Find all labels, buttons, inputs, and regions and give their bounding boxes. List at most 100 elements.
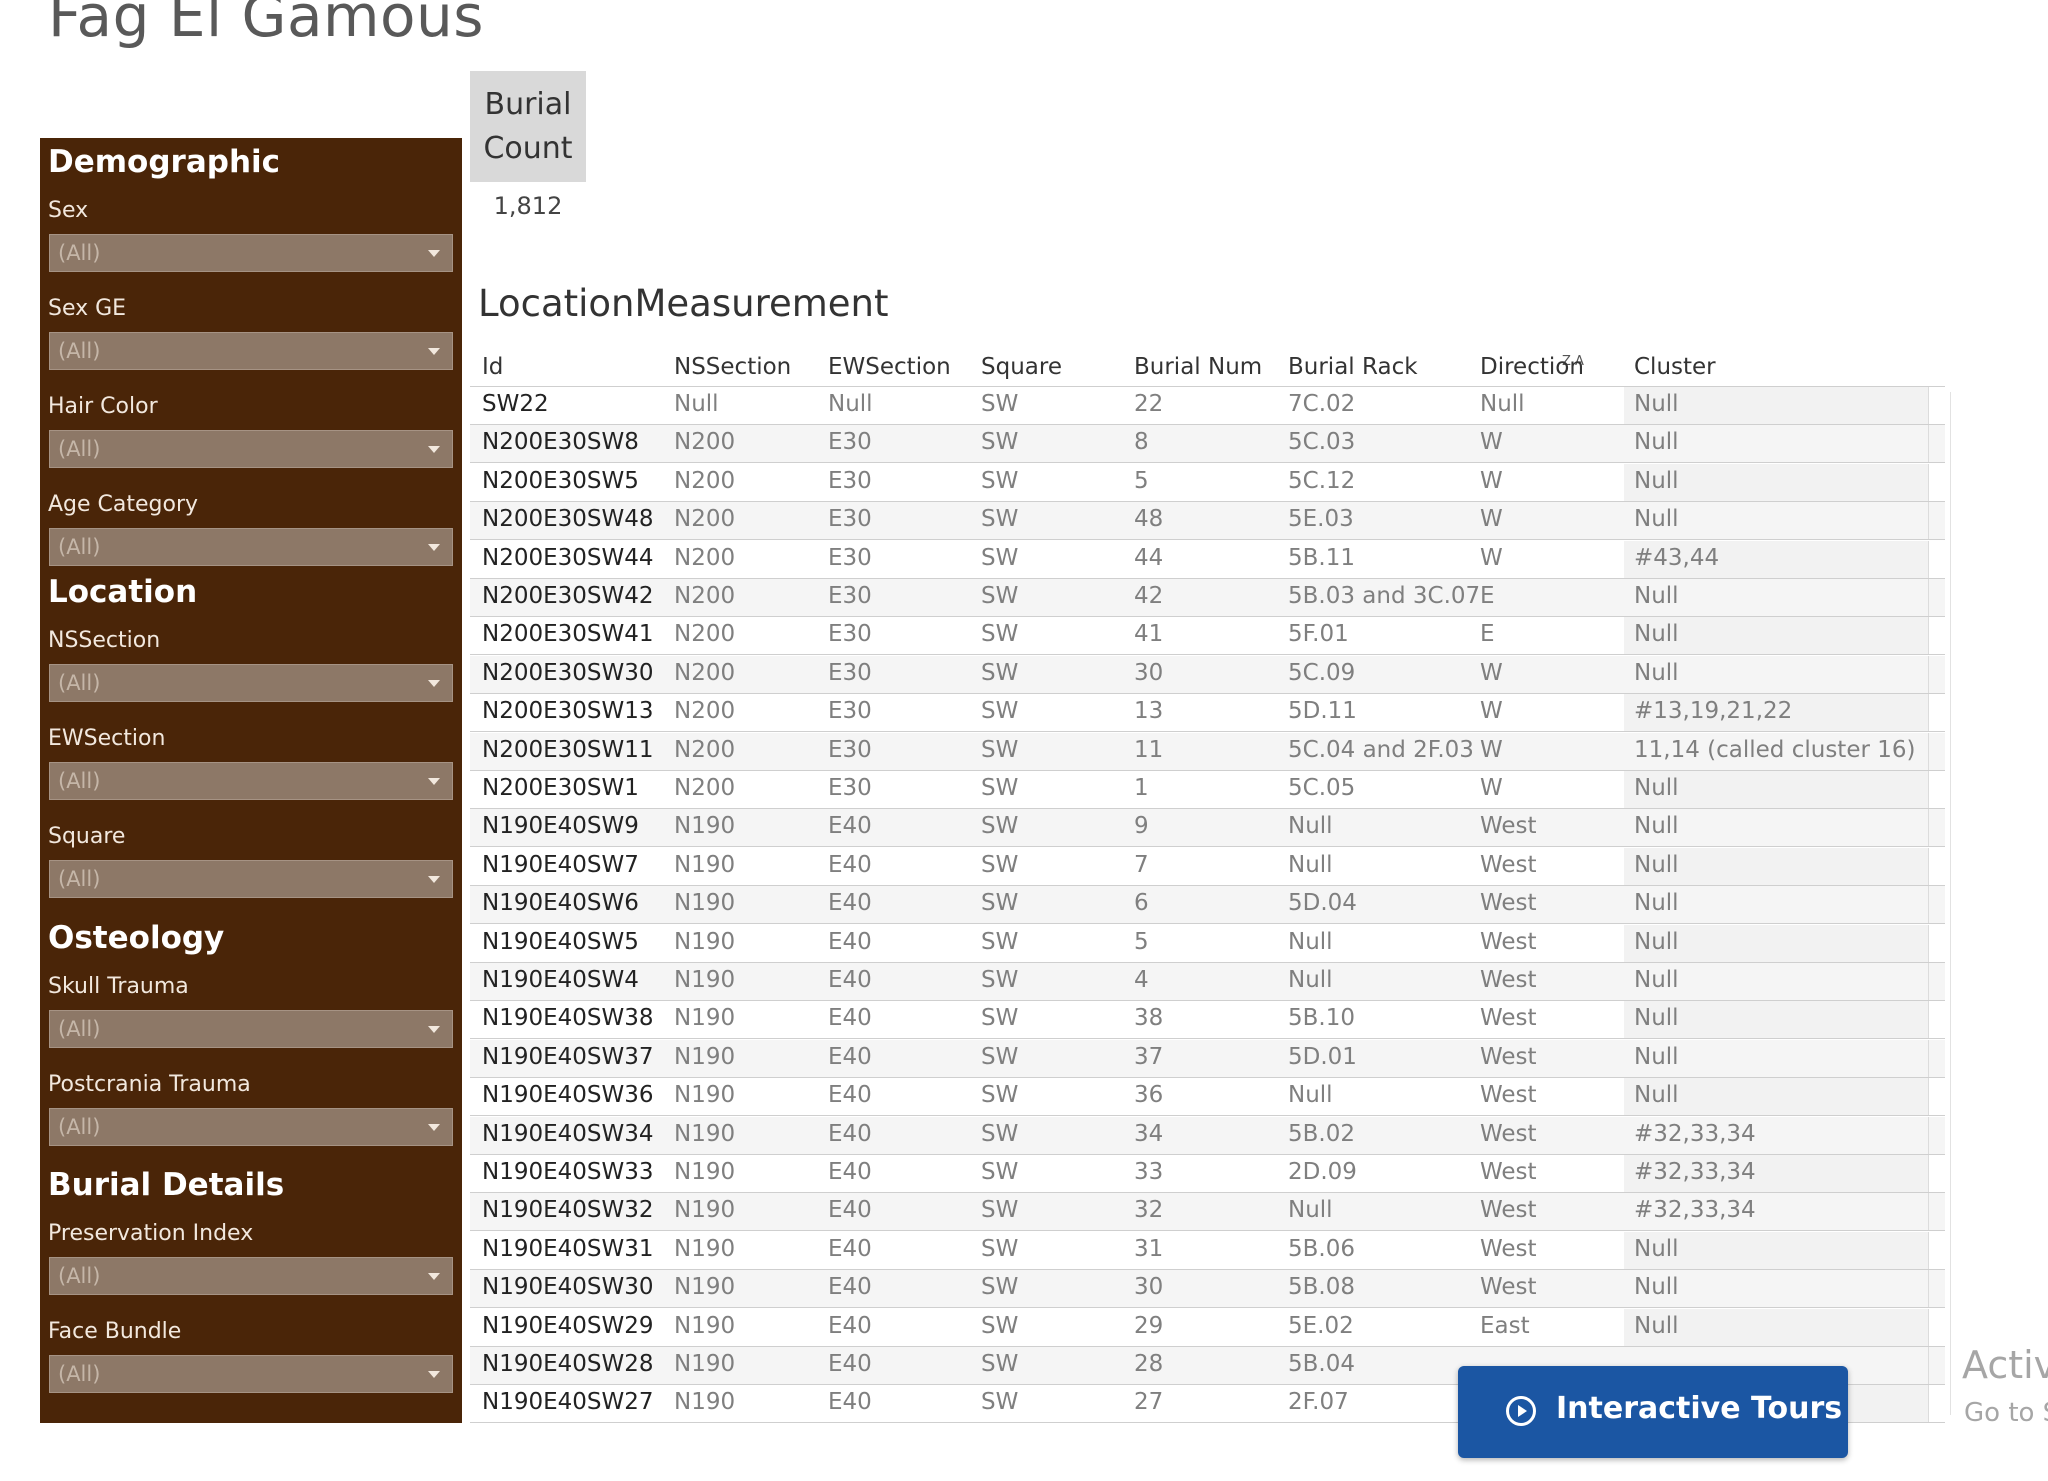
table-row[interactable]: N200E30SW11 N200 E30 SW 11 5C.04 and 2F.03 W 11… [470,733,1945,771]
table-cell: 22 [1134,391,1164,417]
column-header[interactable]: Direction [1480,354,1584,380]
table-cell: 5D.04 [1288,890,1357,916]
table-cell: N190 [674,929,736,955]
table-row[interactable]: N200E30SW5 N200 E30 SW 5 5C.12 W Null [470,464,1945,502]
table-cell: 44 [1134,545,1164,571]
table-row[interactable]: N200E30SW41 N200 E30 SW 41 5F.01 E Null [470,617,1945,655]
column-header[interactable]: Burial Rack [1288,354,1418,380]
table-row[interactable]: N190E40SW34 N190 E40 SW 34 5B.02 West #32,33,34 [470,1117,1945,1155]
filter-dropdown[interactable]: (All) [49,860,453,898]
filter-dropdown[interactable]: (All) [49,332,453,370]
table-cell: SW [981,890,1019,916]
table-cell: N190E40SW27 [482,1389,654,1415]
filter-dropdown[interactable]: (All) [49,528,453,566]
table-cell: E40 [828,890,872,916]
column-divider [1928,1309,1929,1346]
table-cell: SW [981,1121,1019,1147]
filter-dropdown[interactable]: (All) [49,430,453,468]
table-row[interactable]: N190E40SW31 N190 E40 SW 31 5B.06 West Null [470,1232,1945,1270]
table-row[interactable]: N190E40SW38 N190 E40 SW 38 5B.10 West Null [470,1001,1945,1039]
chevron-down-icon [428,1026,440,1033]
table-row[interactable]: N190E40SW7 N190 E40 SW 7 Null West Null [470,848,1945,886]
table-row[interactable]: N200E30SW42 N200 E30 SW 42 5B.03 and 3C.07 E Nu… [470,579,1945,617]
table-header: Z A Id NSSection EWSection Square Burial Num… [470,352,1945,387]
table-cell: N200 [674,621,736,647]
table-cell: SW [981,775,1019,801]
table-cell: Null [674,391,719,417]
table-cell: N190 [674,852,736,878]
table-cell: 5C.03 [1288,429,1356,455]
filter-dropdown-value: (All) [58,1362,101,1386]
filter-section-heading: Location [48,574,198,610]
filter-label: Sex GE [48,296,127,321]
table-cell: N190 [674,1197,736,1223]
filter-dropdown[interactable]: (All) [49,1010,453,1048]
table-cell: N190E40SW9 [482,813,639,839]
table-row[interactable]: N200E30SW48 N200 E30 SW 48 5E.03 W Null [470,502,1945,540]
table-cell: E40 [828,967,872,993]
chevron-down-icon [428,348,440,355]
filter-dropdown[interactable]: (All) [49,1355,453,1393]
filter-dropdown[interactable]: (All) [49,1257,453,1295]
burial-count-header: Burial Count [470,71,586,182]
table-cell: N190 [674,1236,736,1262]
chevron-down-icon [428,250,440,257]
interactive-tours-button[interactable]: Interactive Tours [1458,1366,1848,1458]
table-cell: 48 [1134,506,1164,532]
table-cell: N200 [674,660,736,686]
table-cell: 13 [1134,698,1164,724]
column-header[interactable]: NSSection [674,354,791,380]
filter-dropdown[interactable]: (All) [49,1108,453,1146]
table-row[interactable]: N190E40SW36 N190 E40 SW 36 Null West Null [470,1078,1945,1116]
filter-dropdown[interactable]: (All) [49,664,453,702]
table-cell: SW [981,1005,1019,1031]
table-cell: SW [981,621,1019,647]
table-cell: 7 [1134,852,1149,878]
activation-watermark-line2: Go to S [1964,1398,2048,1428]
table-row[interactable]: N190E40SW4 N190 E40 SW 4 Null West Null [470,963,1945,1001]
table-row[interactable]: N190E40SW6 N190 E40 SW 6 5D.04 West Null [470,886,1945,924]
table-cell: N190 [674,967,736,993]
table-row[interactable]: N190E40SW32 N190 E40 SW 32 Null West #32,33,34 [470,1193,1945,1231]
table-cell: E30 [828,583,872,609]
table-row[interactable]: N190E40SW29 N190 E40 SW 29 5E.02 East Null [470,1309,1945,1347]
table-cell: N190 [674,1044,736,1070]
table-cell: N190 [674,1313,736,1339]
table-cell: SW [981,583,1019,609]
column-header[interactable]: Burial Num [1134,354,1262,380]
table-row[interactable]: N190E40SW5 N190 E40 SW 5 Null West Null [470,925,1945,963]
table-row[interactable]: SW22 Null Null SW 22 7C.02 Null Null [470,387,1945,425]
table-row[interactable]: N200E30SW30 N200 E30 SW 30 5C.09 W Null [470,656,1945,694]
table-cell: 11 [1134,737,1164,763]
column-header[interactable]: Square [981,354,1062,380]
table-cell: 5E.03 [1288,506,1354,532]
table-cell: E40 [828,1082,872,1108]
table-cell: N190E40SW29 [482,1313,654,1339]
table-cell: W [1480,506,1503,532]
table-row[interactable]: N200E30SW1 N200 E30 SW 1 5C.05 W Null [470,771,1945,809]
column-divider [1928,1155,1929,1192]
table-row[interactable]: N190E40SW30 N190 E40 SW 30 5B.08 West Null [470,1270,1945,1308]
filter-dropdown[interactable]: (All) [49,762,453,800]
table-cell: N200E30SW11 [482,737,654,763]
chevron-down-icon [428,1273,440,1280]
filter-label: Square [48,824,126,849]
filter-dropdown[interactable]: (All) [49,234,453,272]
filter-panel: Demographic Sex (All) Sex GE (All) Hair Color… [40,138,462,1423]
chevron-down-icon [428,1124,440,1131]
table-row[interactable]: N200E30SW44 N200 E30 SW 44 5B.11 W #43,44 [470,541,1945,579]
table-row[interactable]: N190E40SW37 N190 E40 SW 37 5D.01 West Null [470,1040,1945,1078]
table-row[interactable]: N190E40SW9 N190 E40 SW 9 Null West Null [470,809,1945,847]
column-header[interactable]: Id [482,354,503,380]
column-header[interactable]: Cluster [1634,354,1716,380]
table-row[interactable]: N200E30SW8 N200 E30 SW 8 5C.03 W Null [470,425,1945,463]
column-header[interactable]: EWSection [828,354,951,380]
table-row[interactable]: N200E30SW13 N200 E30 SW 13 5D.11 W #13,19,21,22 [470,694,1945,732]
table-cell: N190 [674,1351,736,1377]
table-cell: E30 [828,698,872,724]
table-cell: West [1480,1274,1537,1300]
table-cell: 36 [1134,1082,1164,1108]
interactive-tours-label: Interactive Tours [1556,1391,1843,1426]
table-row[interactable]: N190E40SW33 N190 E40 SW 33 2D.09 West #32,33,34 [470,1155,1945,1193]
table-cell: N200 [674,737,736,763]
